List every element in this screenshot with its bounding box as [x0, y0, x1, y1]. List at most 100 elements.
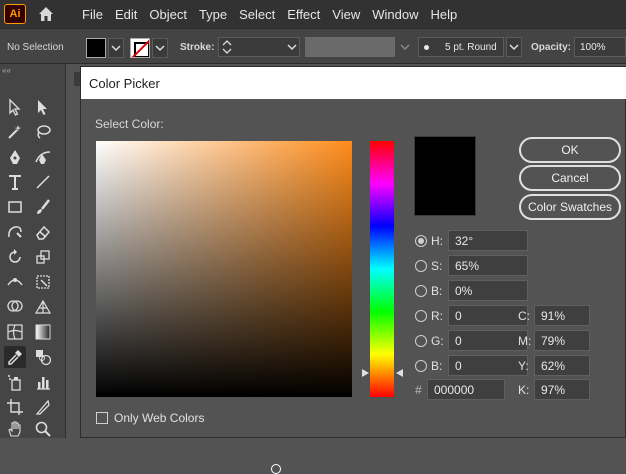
brush-definition-field[interactable]: 5 pt. Round	[418, 37, 504, 57]
rotate-tool-icon[interactable]	[4, 246, 26, 268]
hue-slider-handle-left[interactable]	[362, 369, 369, 377]
brightness-radio[interactable]	[415, 284, 427, 297]
line-segment-tool-icon[interactable]	[32, 171, 54, 193]
menu-view[interactable]: View	[326, 7, 366, 22]
free-transform-tool-icon[interactable]	[32, 271, 54, 293]
blue-label: B:	[431, 358, 443, 373]
color-field-cursor[interactable]	[271, 464, 281, 474]
direct-selection-tool-icon[interactable]	[32, 96, 54, 118]
scale-tool-icon[interactable]	[32, 246, 54, 268]
hue-field[interactable]: 32°	[448, 230, 528, 251]
paintbrush-tool-icon[interactable]	[32, 196, 54, 218]
eraser-tool-icon[interactable]	[32, 221, 54, 243]
fill-swatch[interactable]	[86, 38, 106, 58]
gradient-tool-icon[interactable]	[32, 321, 54, 343]
brush-dot-icon	[424, 44, 429, 50]
blend-tool-icon[interactable]	[32, 346, 54, 368]
green-row: G: 0	[415, 330, 528, 351]
black-field[interactable]: 97%	[534, 379, 590, 400]
home-icon[interactable]	[36, 4, 56, 24]
menu-select[interactable]: Select	[233, 7, 281, 22]
color-preview	[414, 136, 476, 216]
perspective-grid-tool-icon[interactable]	[32, 296, 54, 318]
green-field[interactable]: 0	[448, 330, 528, 351]
stroke-swatch[interactable]	[130, 38, 150, 58]
hue-slider[interactable]	[370, 141, 394, 397]
red-field[interactable]: 0	[448, 305, 528, 326]
red-label: R:	[431, 308, 443, 323]
mesh-tool-icon[interactable]	[4, 321, 26, 343]
menu-bar: Ai File Edit Object Type Select Effect V…	[0, 0, 626, 28]
variable-width-profile[interactable]	[305, 37, 395, 57]
rectangle-tool-icon[interactable]	[4, 196, 26, 218]
color-swatches-button[interactable]: Color Swatches	[519, 194, 621, 220]
menu-items: File Edit Object Type Select Effect View…	[76, 7, 463, 22]
width-tool-icon[interactable]	[4, 271, 26, 293]
hue-row: H: 32°	[415, 230, 528, 251]
hex-field[interactable]: 000000	[427, 379, 505, 400]
stroke-color-dropdown[interactable]	[152, 38, 168, 58]
collapse-icon[interactable]: ««	[2, 66, 11, 75]
profile-dropdown[interactable]	[397, 37, 413, 57]
menu-effect[interactable]: Effect	[281, 7, 326, 22]
fill-dropdown[interactable]	[108, 38, 124, 58]
magenta-field[interactable]: 79%	[534, 330, 590, 351]
black-row: K: 97%	[518, 379, 590, 400]
menu-file[interactable]: File	[76, 7, 109, 22]
pen-tool-icon[interactable]	[4, 146, 26, 168]
selection-tool-icon[interactable]	[4, 96, 26, 118]
hue-slider-handle-right[interactable]	[396, 369, 403, 377]
color-field[interactable]	[96, 141, 352, 474]
brightness-label: B:	[431, 283, 443, 298]
only-web-colors-checkbox[interactable]	[96, 412, 108, 424]
brightness-field[interactable]: 0%	[448, 280, 528, 301]
eyedropper-tool-icon[interactable]	[4, 346, 26, 368]
cancel-button[interactable]: Cancel	[519, 165, 621, 191]
hand-tool-icon[interactable]	[4, 418, 26, 440]
red-radio[interactable]	[415, 309, 427, 322]
stroke-weight-field[interactable]	[218, 37, 300, 57]
hue-radio[interactable]	[415, 234, 427, 247]
blue-radio[interactable]	[415, 359, 427, 372]
lasso-tool-icon[interactable]	[32, 121, 54, 143]
cyan-field[interactable]: 91%	[534, 305, 590, 326]
hex-label: #	[415, 382, 422, 397]
menu-edit[interactable]: Edit	[109, 7, 143, 22]
menu-window[interactable]: Window	[366, 7, 424, 22]
ok-button[interactable]: OK	[519, 137, 621, 163]
hue-label: H:	[431, 233, 443, 248]
saturation-field[interactable]: 65%	[448, 255, 528, 276]
dialog-title: Color Picker	[81, 67, 626, 99]
chevron-down-icon	[400, 44, 410, 51]
column-graph-tool-icon[interactable]	[32, 371, 54, 393]
curvature-tool-icon[interactable]	[32, 146, 54, 168]
magic-wand-tool-icon[interactable]	[4, 121, 26, 143]
shaper-tool-icon[interactable]	[4, 221, 26, 243]
menu-help[interactable]: Help	[424, 7, 463, 22]
yellow-field[interactable]: 62%	[534, 355, 590, 376]
symbol-sprayer-tool-icon[interactable]	[4, 371, 26, 393]
cyan-row: C: 91%	[518, 305, 590, 326]
menu-type[interactable]: Type	[193, 7, 233, 22]
chevron-down-icon	[509, 44, 519, 51]
green-radio[interactable]	[415, 334, 427, 347]
illustrator-logo: Ai	[4, 4, 26, 24]
hex-row: # 000000	[415, 379, 505, 400]
blue-field[interactable]: 0	[448, 355, 528, 376]
brightness-row: B: 0%	[415, 280, 528, 301]
saturation-radio[interactable]	[415, 259, 427, 272]
opacity-label: Opacity:	[531, 42, 572, 53]
blue-row: B: 0	[415, 355, 528, 376]
cyan-label: C:	[518, 308, 530, 323]
slice-tool-icon[interactable]	[32, 396, 54, 418]
shape-builder-tool-icon[interactable]	[4, 296, 26, 318]
type-tool-icon[interactable]	[4, 171, 26, 193]
only-web-colors-option[interactable]: Only Web Colors	[96, 411, 204, 425]
menu-object[interactable]: Object	[143, 7, 193, 22]
opacity-field[interactable]: 100%	[574, 37, 626, 57]
magenta-label: M:	[518, 333, 532, 348]
artboard-tool-icon[interactable]	[4, 396, 26, 418]
color-picker-dialog: Color Picker Select Color: OK Cancel Col…	[80, 66, 626, 474]
zoom-tool-icon[interactable]	[32, 418, 54, 440]
brush-dropdown[interactable]	[506, 37, 522, 57]
